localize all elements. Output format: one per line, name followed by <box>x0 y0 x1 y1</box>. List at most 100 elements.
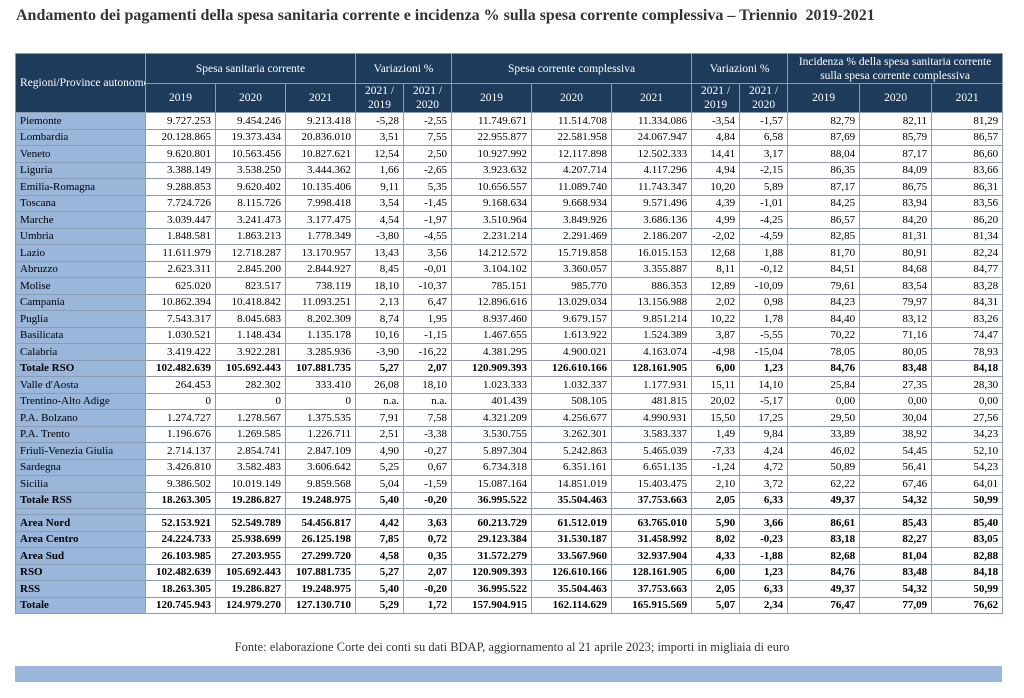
region-header: Regioni/Province autonome <box>15 53 146 113</box>
table-cell: 83,48 <box>859 359 933 377</box>
table-cell: 9.386.502 <box>145 475 216 493</box>
table-cell: 19.286.827 <box>215 580 286 598</box>
table-cell: 87,69 <box>787 128 861 146</box>
table-cell: 10.563.456 <box>215 145 286 163</box>
table-cell: 15.719.858 <box>531 244 613 262</box>
table-cell: 8.937.460 <box>451 310 533 328</box>
table-cell: 1,66 <box>355 161 405 179</box>
table-cell: 2.186.207 <box>611 227 693 245</box>
table-row: Area Nord 52.153.921 52.549.789 54.456.817 4… <box>15 514 1004 532</box>
group-header-spesa-sanitaria: Spesa sanitaria corrente <box>144 53 357 84</box>
table-cell: 9.620.402 <box>215 178 286 196</box>
table-cell: 10.019.149 <box>215 475 286 493</box>
region-name: Toscana <box>15 194 146 212</box>
table-cell: 985.770 <box>531 277 613 295</box>
region-name: Marche <box>15 211 146 229</box>
title-years: 2019-2021 <box>805 7 875 24</box>
table-cell: 5,07 <box>691 596 741 614</box>
table-cell: 0 <box>284 392 357 410</box>
table-cell: 2,02 <box>691 293 741 311</box>
table-cell: 4.163.074 <box>611 343 693 361</box>
table-cell: -1,24 <box>691 458 741 476</box>
group-header-spesa-complessiva: Spesa corrente complessiva <box>451 53 693 84</box>
table-cell: 14,10 <box>739 376 789 394</box>
table-cell: 79,61 <box>787 277 861 295</box>
table-cell: 11.089.740 <box>531 178 613 196</box>
table-row: Calabria 3.419.422 3.922.281 3.285.936 -3,90… <box>15 343 1004 361</box>
table-cell: 30,04 <box>859 409 933 427</box>
table-cell: 22.955.877 <box>451 128 533 146</box>
table-cell: 3.530.755 <box>451 425 533 443</box>
table-cell: 13,43 <box>355 244 405 262</box>
table-cell: 9.168.634 <box>451 194 533 212</box>
table-cell: -3,80 <box>355 227 405 245</box>
table-row: Totale 120.745.943 124.979.270 127.130.710 5… <box>15 596 1004 614</box>
table-cell: 5,35 <box>403 178 453 196</box>
table-row: Abruzzo 2.623.311 2.845.200 2.844.927 8,45 -0… <box>15 260 1004 278</box>
table-cell: -0,12 <box>739 260 789 278</box>
table-cell: -4,25 <box>739 211 789 229</box>
table-cell: 120.909.393 <box>451 563 533 581</box>
sub-header: 2021 <box>611 83 693 113</box>
table-cell: 9.859.568 <box>284 475 357 493</box>
table-cell: 84,18 <box>931 359 1004 377</box>
table-cell: 7,58 <box>403 409 453 427</box>
table-row: Trentino-Alto Adige 0 0 0 n.a. n.a. 401.439 508… <box>15 392 1004 410</box>
table-cell: 5,40 <box>355 491 405 509</box>
table-cell: 18.263.305 <box>145 580 216 598</box>
table-row: Lombardia 20.128.865 19.373.434 20.836.010 3… <box>15 128 1004 146</box>
group-header-variazioni-1: Variazioni % <box>355 53 453 84</box>
sub-header: 2020 <box>859 83 933 113</box>
table-cell: 2,10 <box>691 475 741 493</box>
table-cell: 10.418.842 <box>215 293 286 311</box>
table-cell: 8,74 <box>355 310 405 328</box>
table-cell: 124.979.270 <box>215 596 286 614</box>
table-cell: 49,37 <box>787 491 861 509</box>
table-cell: 82,27 <box>859 530 933 548</box>
table-cell: 2,34 <box>739 596 789 614</box>
table-cell: 12.896.616 <box>451 293 533 311</box>
table-cell: 84,20 <box>859 211 933 229</box>
table-cell: 17,25 <box>739 409 789 427</box>
table-cell: 12.718.287 <box>215 244 286 262</box>
table-cell: 27.203.955 <box>215 547 286 565</box>
table-cell: 282.302 <box>215 376 286 394</box>
table-cell: 85,43 <box>859 514 933 532</box>
table-cell: 1.196.676 <box>145 425 216 443</box>
table-cell: 14.212.572 <box>451 244 533 262</box>
table-cell: 27,35 <box>859 376 933 394</box>
table-cell: 4,94 <box>691 161 741 179</box>
footer-bar <box>15 666 1002 682</box>
table-cell: 0,00 <box>859 392 933 410</box>
table-cell: -7,33 <box>691 442 741 460</box>
table-cell: -2,02 <box>691 227 741 245</box>
table-cell: -4,98 <box>691 343 741 361</box>
table-cell: 50,99 <box>931 580 1004 598</box>
table-cell: -4,55 <box>403 227 453 245</box>
table-cell: 3.923.632 <box>451 161 533 179</box>
table-cell: 35.504.463 <box>531 580 613 598</box>
table-cell: 128.161.905 <box>611 563 693 581</box>
table-cell: 7,55 <box>403 128 453 146</box>
table-cell: 11.093.251 <box>284 293 357 311</box>
table-cell: -2,65 <box>403 161 453 179</box>
table-cell: 10.927.992 <box>451 145 533 163</box>
table-cell: -2,55 <box>403 112 453 130</box>
table-cell: 11.514.708 <box>531 112 613 130</box>
table-cell: 83,66 <box>931 161 1004 179</box>
table-row: Toscana 7.724.726 8.115.726 7.998.418 3,54 -1… <box>15 194 1004 212</box>
table-cell: 32.937.904 <box>611 547 693 565</box>
table-cell: 54,32 <box>859 580 933 598</box>
table-cell: 0,35 <box>403 547 453 565</box>
table-cell: 1.467.655 <box>451 326 533 344</box>
table-cell: 6,58 <box>739 128 789 146</box>
table-cell: 49,37 <box>787 580 861 598</box>
sub-header: 2021 / 2020 <box>739 83 789 113</box>
table-cell: 15.403.475 <box>611 475 693 493</box>
table-row: Area Sud 26.103.985 27.203.955 27.299.720 4,… <box>15 547 1004 565</box>
table-row: P.A. Trento 1.196.676 1.269.585 1.226.711 2,… <box>15 425 1004 443</box>
table-cell: 2.291.469 <box>531 227 613 245</box>
table-cell: -5,17 <box>739 392 789 410</box>
table-cell: 85,40 <box>931 514 1004 532</box>
table-cell: 2.845.200 <box>215 260 286 278</box>
